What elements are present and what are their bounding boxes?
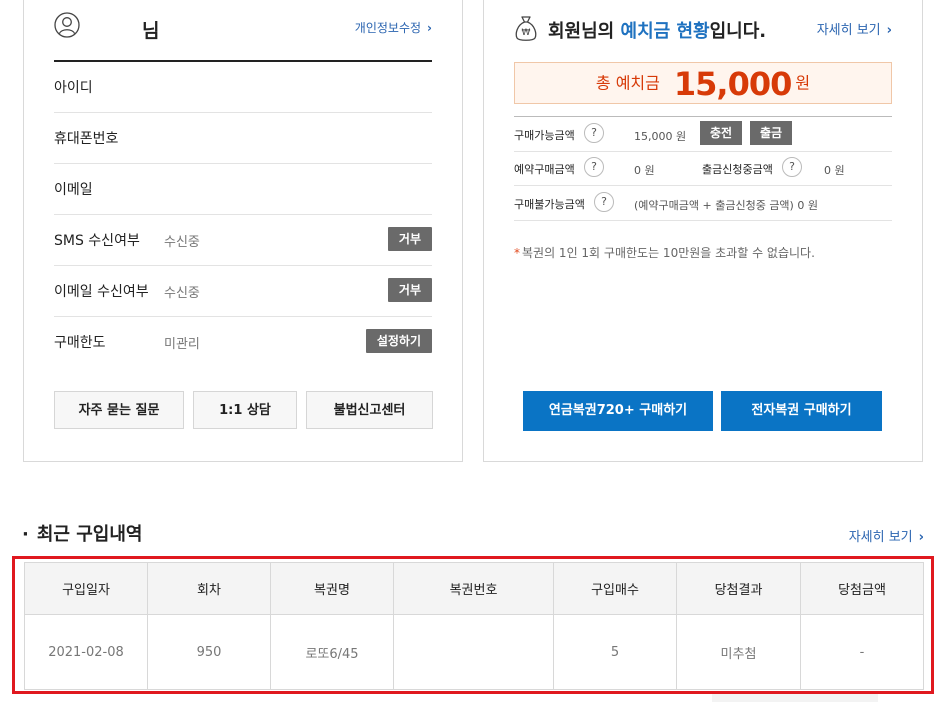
reserved-row: 예약구매금액 ? 0 원 출금신청중금액 ? 0 원 [514, 151, 892, 186]
faq-button[interactable]: 자주 묻는 질문 [54, 391, 184, 429]
email-label: 이메일 [54, 182, 93, 198]
recent-detail-link[interactable]: 자세히 보기 › [849, 526, 924, 545]
id-label: 아이디 [54, 80, 93, 96]
purchase-limit-notice: * 복권의 1인 1회 구매한도는 10만원을 초과할 수 없습니다. [514, 244, 815, 261]
reserved-label: 예약구매금액 [514, 163, 575, 176]
deposit-title-prefix: 회원님의 [548, 21, 621, 42]
deposit-title-highlight: 예치금 현황 [620, 21, 710, 42]
sms-status: 수신중 [164, 235, 200, 250]
email-subscribe-label: 이메일 수신여부 [54, 284, 149, 300]
profile-row-phone: 휴대폰번호 [54, 113, 432, 164]
deposit-title-suffix: 입니다. [709, 21, 767, 42]
highlight-frame [12, 556, 934, 694]
profile-row-id: 아이디 [54, 62, 432, 113]
unavailable-row: 구매불가능금액 ? (예약구매금액 + 출금신청중 금액) 0 원 [514, 186, 892, 221]
total-deposit-box: 총 예치금 15,000 원 [514, 62, 892, 104]
withdraw-button[interactable]: 출금 [750, 121, 793, 145]
buy-pension-lottery-button[interactable]: 연금복권720+ 구매하기 [523, 391, 713, 431]
total-deposit-amount: 15,000 [673, 64, 792, 103]
buy-e-lottery-button[interactable]: 전자복권 구매하기 [721, 391, 882, 431]
sms-label: SMS 수신여부 [54, 233, 140, 249]
deposit-header: ₩ 회원님의 예치금 현황입니다. 자세히 보기 › [514, 12, 892, 46]
limit-status: 미관리 [164, 337, 200, 352]
profile-row-email-subscribe: 이메일 수신여부 수신중 거부 [54, 266, 432, 317]
total-deposit-unit: 원 [795, 73, 811, 93]
profile-card: 님 개인정보수정 › 아이디 휴대폰번호 이메일 SMS 수신여부 수신중 거부 … [23, 0, 463, 462]
user-name: 님 [142, 20, 160, 42]
unavailable-label: 구매불가능금액 [514, 198, 585, 211]
chevron-right-icon: › [427, 21, 432, 35]
recent-purchases-title: · 최근 구입내역 [22, 520, 142, 546]
recent-purchases-label: 최근 구입내역 [36, 524, 143, 545]
phone-label: 휴대폰번호 [54, 131, 119, 147]
limit-label: 구매한도 [54, 335, 106, 351]
money-bag-icon: ₩ [515, 16, 537, 41]
available-value: 15,000 원 [634, 130, 687, 143]
notice-text: 복권의 1인 1회 구매한도는 10만원을 초과할 수 없습니다. [522, 246, 815, 260]
email-subscribe-status: 수신중 [164, 286, 200, 301]
deposit-title: 회원님의 예치금 현황입니다. [548, 17, 766, 43]
profile-row-sms: SMS 수신여부 수신중 거부 [54, 215, 432, 266]
user-avatar-icon [54, 12, 80, 38]
deposit-card: ₩ 회원님의 예치금 현황입니다. 자세히 보기 › 총 예치금 15,000 원 구… [483, 0, 923, 462]
help-icon[interactable]: ? [584, 157, 604, 177]
help-icon[interactable]: ? [584, 123, 604, 143]
charge-button[interactable]: 충전 [700, 121, 743, 145]
deposit-detail-label: 자세히 보기 [816, 23, 881, 38]
chevron-right-icon: › [886, 23, 892, 38]
report-center-button[interactable]: 불법신고센터 [306, 391, 433, 429]
consult-button[interactable]: 1:1 상담 [193, 391, 297, 429]
withdraw-request-label: 출금신청중금액 [702, 163, 773, 176]
email-reject-button[interactable]: 거부 [387, 278, 432, 302]
withdraw-request-value: 0 원 [824, 164, 845, 177]
edit-profile-link[interactable]: 개인정보수정 › [355, 19, 432, 36]
available-row: 구매가능금액 ? 15,000 원 충전 출금 [514, 116, 892, 152]
help-icon[interactable]: ? [782, 157, 802, 177]
edit-profile-label: 개인정보수정 [354, 21, 422, 35]
available-label: 구매가능금액 [514, 129, 575, 142]
profile-row-email: 이메일 [54, 164, 432, 215]
profile-header: 님 개인정보수정 › [54, 12, 432, 62]
bullet: · [22, 524, 29, 545]
svg-text:₩: ₩ [522, 28, 531, 38]
deposit-detail-link[interactable]: 자세히 보기 › [817, 19, 892, 38]
profile-row-limit: 구매한도 미관리 설정하기 [54, 317, 432, 367]
notice-star: * [514, 246, 520, 260]
sms-reject-button[interactable]: 거부 [387, 227, 432, 251]
total-deposit-label: 총 예치금 [595, 73, 660, 93]
limit-setting-button[interactable]: 설정하기 [365, 329, 432, 353]
faint-background-block [712, 694, 878, 702]
help-icon[interactable]: ? [594, 192, 614, 212]
chevron-right-icon: › [918, 530, 924, 545]
recent-detail-label: 자세히 보기 [848, 530, 913, 545]
reserved-value: 0 원 [634, 164, 655, 177]
unavailable-value: (예약구매금액 + 출금신청중 금액) 0 원 [634, 199, 818, 212]
